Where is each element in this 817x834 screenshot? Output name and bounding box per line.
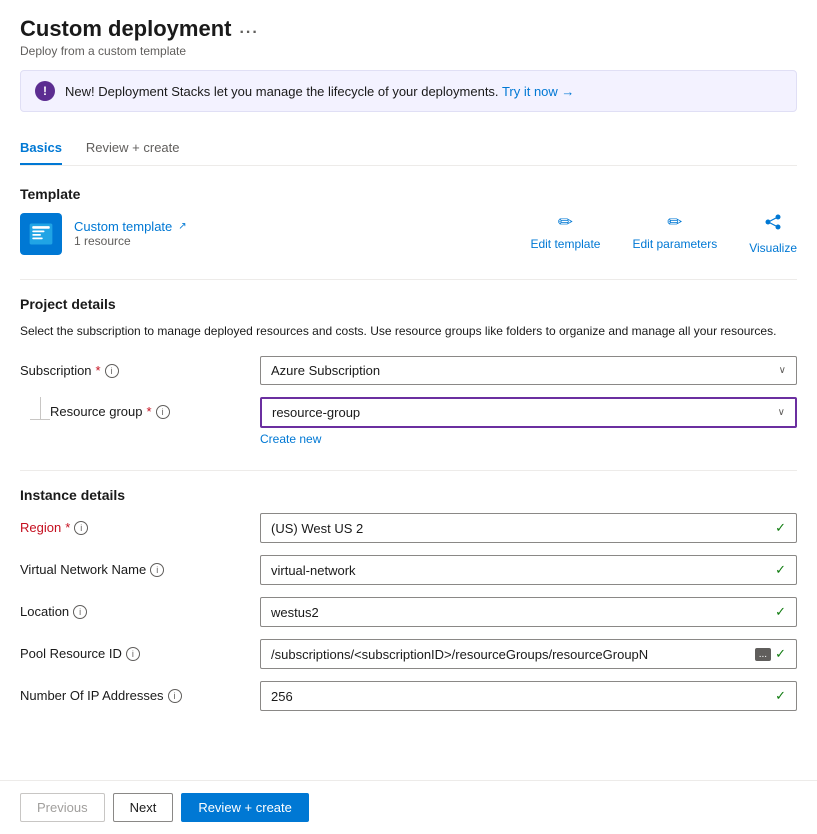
edit-parameters-icon: ✏ bbox=[667, 212, 682, 233]
region-info-icon[interactable]: i bbox=[74, 521, 88, 535]
template-icon bbox=[20, 213, 62, 255]
template-name-link[interactable]: Custom template ↗ bbox=[74, 219, 187, 234]
template-section: Template Custom template ↗ bbox=[20, 186, 797, 255]
subscription-required: * bbox=[96, 363, 101, 378]
page-header: Custom deployment ... Deploy from a cust… bbox=[20, 16, 797, 58]
banner-text: New! Deployment Stacks let you manage th… bbox=[65, 84, 574, 99]
ip-addresses-select[interactable]: 256 ✓ bbox=[260, 681, 797, 711]
tab-basics[interactable]: Basics bbox=[20, 132, 62, 165]
pool-resource-id-form-group: Pool Resource ID i /subscriptions/<subsc… bbox=[20, 639, 797, 669]
region-select[interactable]: (US) West US 2 ✓ bbox=[260, 513, 797, 543]
external-link-icon: ↗ bbox=[178, 221, 186, 232]
banner-icon bbox=[35, 81, 55, 101]
location-form-group: Location i westus2 ✓ bbox=[20, 597, 797, 627]
project-details-desc: Select the subscription to manage deploy… bbox=[20, 322, 797, 340]
subscription-label: Subscription * i bbox=[20, 356, 260, 378]
instance-details-section: Instance details Region *i (US) West US … bbox=[20, 487, 797, 711]
create-new-link[interactable]: Create new bbox=[260, 432, 321, 446]
resource-group-select[interactable]: resource-group ∨ bbox=[260, 397, 797, 428]
virtual-network-select[interactable]: virtual-network ✓ bbox=[260, 555, 797, 585]
instance-details-title: Instance details bbox=[20, 487, 797, 503]
region-control: (US) West US 2 ✓ bbox=[260, 513, 797, 543]
resource-group-label: Resource group * i bbox=[50, 397, 260, 419]
pool-resource-id-control: /subscriptions/<subscriptionID>/resource… bbox=[260, 639, 797, 669]
resource-group-control: resource-group ∨ Create new bbox=[260, 397, 797, 446]
location-info-icon[interactable]: i bbox=[73, 605, 87, 619]
pool-resource-id-info-icon[interactable]: i bbox=[126, 647, 140, 661]
subscription-chevron-icon: ∨ bbox=[779, 365, 786, 376]
project-details-section: Project details Select the subscription … bbox=[20, 296, 797, 446]
previous-button[interactable]: Previous bbox=[20, 793, 105, 822]
pool-resource-id-truncated-badge: ... bbox=[755, 648, 771, 661]
tab-review-create[interactable]: Review + create bbox=[86, 132, 180, 165]
virtual-network-info-icon[interactable]: i bbox=[150, 563, 164, 577]
ip-addresses-control: 256 ✓ bbox=[260, 681, 797, 711]
location-label: Location i bbox=[20, 597, 260, 619]
location-control: westus2 ✓ bbox=[260, 597, 797, 627]
resource-group-chevron-icon: ∨ bbox=[778, 407, 785, 418]
page-options-button[interactable]: ... bbox=[239, 20, 258, 38]
subscription-form-group: Subscription * i Azure Subscription ∨ bbox=[20, 356, 797, 385]
region-form-group: Region *i (US) West US 2 ✓ bbox=[20, 513, 797, 543]
subscription-control: Azure Subscription ∨ bbox=[260, 356, 797, 385]
edit-template-button[interactable]: ✏ Edit template bbox=[530, 212, 600, 255]
ip-addresses-check-icon: ✓ bbox=[775, 688, 786, 704]
template-resource-count: 1 resource bbox=[74, 234, 187, 248]
tabs-container: Basics Review + create bbox=[20, 132, 797, 166]
location-check-icon: ✓ bbox=[775, 604, 786, 620]
ip-addresses-info-icon[interactable]: i bbox=[168, 689, 182, 703]
deployment-stacks-banner: New! Deployment Stacks let you manage th… bbox=[20, 70, 797, 112]
visualize-button[interactable]: Visualize bbox=[749, 212, 797, 255]
visualize-icon bbox=[763, 212, 783, 237]
virtual-network-check-icon: ✓ bbox=[775, 562, 786, 578]
template-section-title: Template bbox=[20, 186, 797, 202]
region-name: Region bbox=[20, 520, 61, 535]
pool-resource-id-select[interactable]: /subscriptions/<subscriptionID>/resource… bbox=[260, 639, 797, 669]
region-label: Region *i bbox=[20, 513, 260, 535]
pool-resource-id-label: Pool Resource ID i bbox=[20, 639, 260, 661]
page-title: Custom deployment bbox=[20, 16, 231, 42]
virtual-network-form-group: Virtual Network Name i virtual-network ✓ bbox=[20, 555, 797, 585]
edit-parameters-button[interactable]: ✏ Edit parameters bbox=[632, 212, 717, 255]
virtual-network-label: Virtual Network Name i bbox=[20, 555, 260, 577]
project-details-title: Project details bbox=[20, 296, 797, 312]
page-subtitle: Deploy from a custom template bbox=[20, 44, 797, 58]
template-actions: ✏ Edit template ✏ Edit parameters bbox=[530, 212, 797, 255]
edit-template-icon: ✏ bbox=[558, 212, 573, 233]
template-info: Custom template ↗ 1 resource bbox=[20, 213, 187, 255]
region-check-icon: ✓ bbox=[775, 520, 786, 536]
template-details: Custom template ↗ 1 resource bbox=[74, 219, 187, 248]
virtual-network-control: virtual-network ✓ bbox=[260, 555, 797, 585]
footer: Previous Next Review + create bbox=[0, 780, 817, 834]
banner-link[interactable]: Try it now → bbox=[502, 84, 574, 99]
ip-addresses-label: Number Of IP Addresses i bbox=[20, 681, 260, 703]
resource-group-required: * bbox=[147, 404, 152, 419]
location-select[interactable]: westus2 ✓ bbox=[260, 597, 797, 627]
review-create-button[interactable]: Review + create bbox=[181, 793, 309, 822]
subscription-select[interactable]: Azure Subscription ∨ bbox=[260, 356, 797, 385]
resource-group-info-icon[interactable]: i bbox=[156, 405, 170, 419]
pool-resource-id-check-icon: ✓ bbox=[775, 646, 786, 662]
subscription-info-icon[interactable]: i bbox=[105, 364, 119, 378]
next-button[interactable]: Next bbox=[113, 793, 174, 822]
ip-addresses-form-group: Number Of IP Addresses i 256 ✓ bbox=[20, 681, 797, 711]
